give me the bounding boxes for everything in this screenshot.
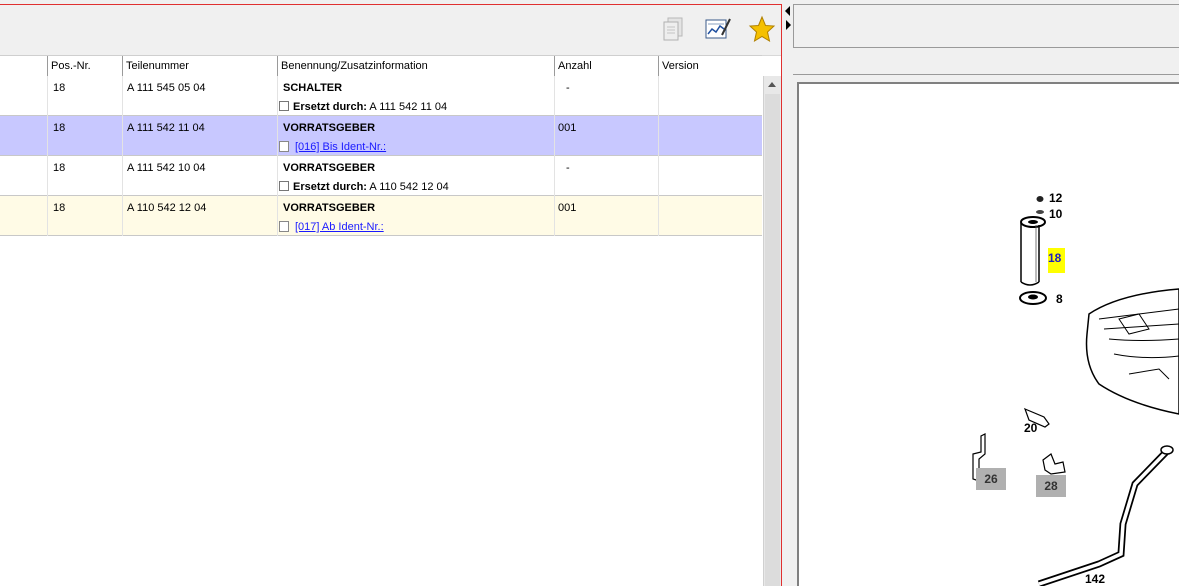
- parts-list-panel: Pos.-Nr. Teilenummer Benennung/Zusatzinf…: [0, 4, 782, 586]
- part-number-cell: A 111 542 10 04: [127, 162, 206, 174]
- replaced-by-value: A 110 542 12 04: [369, 181, 449, 193]
- copy-icon[interactable]: [660, 15, 688, 43]
- replacement-info: Ersetzt durch: A 110 542 12 04: [279, 181, 449, 193]
- diagram-label-26[interactable]: 26: [976, 468, 1006, 490]
- pos-cell: 18: [53, 122, 66, 134]
- document-icon: [279, 141, 289, 152]
- ident-info: [016] Bis Ident-Nr.:: [279, 141, 386, 153]
- parts-diagram[interactable]: 12 10 18 8 20 26 28 142: [797, 82, 1179, 586]
- header-part-number[interactable]: Teilenummer: [122, 56, 277, 76]
- table-header: Pos.-Nr. Teilenummer Benennung/Zusatzinf…: [0, 55, 762, 77]
- header-pos[interactable]: Pos.-Nr.: [47, 56, 122, 76]
- diagram-label-10[interactable]: 10: [1049, 207, 1062, 221]
- part-number-cell: A 111 545 05 04: [127, 82, 206, 94]
- ident-info: [017] Ab Ident-Nr.:: [279, 221, 384, 233]
- pos-cell: 18: [53, 82, 66, 94]
- scroll-up-icon[interactable]: [766, 78, 778, 92]
- chart-edit-icon[interactable]: [704, 15, 732, 43]
- header-blank: [0, 56, 47, 76]
- table-row[interactable]: 18 A 110 542 12 04 VORRATSGEBER 001 [017…: [0, 196, 762, 236]
- exploded-view-drawing: [972, 196, 1179, 586]
- table-row[interactable]: 18 A 111 542 10 04 VORRATSGEBER - Ersetz…: [0, 156, 762, 196]
- replaced-by-value: A 111 542 11 04: [369, 101, 448, 113]
- diagram-label-12[interactable]: 12: [1049, 191, 1062, 205]
- table-row[interactable]: 18 A 111 545 05 04 SCHALTER - Ersetzt du…: [0, 76, 762, 116]
- pos-cell: 18: [53, 202, 66, 214]
- document-icon: [279, 221, 289, 232]
- quantity-cell: -: [566, 162, 570, 174]
- checkbox[interactable]: [279, 101, 289, 111]
- diagram-label-28[interactable]: 28: [1036, 475, 1066, 497]
- replacement-info: Ersetzt durch: A 111 542 11 04: [279, 101, 447, 113]
- diagram-label-20[interactable]: 20: [1024, 421, 1037, 435]
- ident-link[interactable]: [017] Ab Ident-Nr.:: [295, 221, 384, 233]
- part-number-cell: A 110 542 12 04: [127, 202, 207, 214]
- header-version[interactable]: Version: [658, 56, 762, 76]
- panel-splitter[interactable]: [783, 0, 793, 586]
- diagram-panel: 12 10 18 8 20 26 28 142: [793, 0, 1179, 586]
- diagram-label-8[interactable]: 8: [1056, 292, 1063, 306]
- quantity-cell: -: [566, 82, 570, 94]
- parts-toolbar: [0, 5, 781, 56]
- star-icon[interactable]: [748, 15, 776, 43]
- table-row[interactable]: 18 A 111 542 11 04 VORRATSGEBER 001 [016…: [0, 116, 762, 156]
- diagram-toolbar: [793, 4, 1179, 48]
- collapse-arrows-icon[interactable]: [783, 4, 793, 34]
- replaced-by-label: Ersetzt durch:: [293, 181, 367, 193]
- quantity-cell: 001: [558, 202, 577, 214]
- scrollbar-thumb[interactable]: [765, 94, 780, 586]
- quantity-cell: 001: [558, 122, 577, 134]
- diagram-label-142[interactable]: 142: [1085, 572, 1105, 586]
- replaced-by-label: Ersetzt durch:: [293, 101, 367, 113]
- vertical-scrollbar[interactable]: [763, 76, 781, 586]
- part-number-cell: A 111 542 11 04: [127, 122, 205, 134]
- diagram-label-18[interactable]: 18: [1048, 248, 1065, 273]
- description-cell: VORRATSGEBER: [283, 122, 376, 134]
- description-cell: SCHALTER: [283, 82, 343, 94]
- ident-link[interactable]: [016] Bis Ident-Nr.:: [295, 141, 386, 153]
- description-cell: VORRATSGEBER: [283, 162, 376, 174]
- checkbox[interactable]: [279, 181, 289, 191]
- header-quantity[interactable]: Anzahl: [554, 56, 658, 76]
- description-cell: VORRATSGEBER: [283, 202, 376, 214]
- header-description[interactable]: Benennung/Zusatzinformation: [277, 56, 554, 76]
- pos-cell: 18: [53, 162, 66, 174]
- divider: [793, 74, 1179, 75]
